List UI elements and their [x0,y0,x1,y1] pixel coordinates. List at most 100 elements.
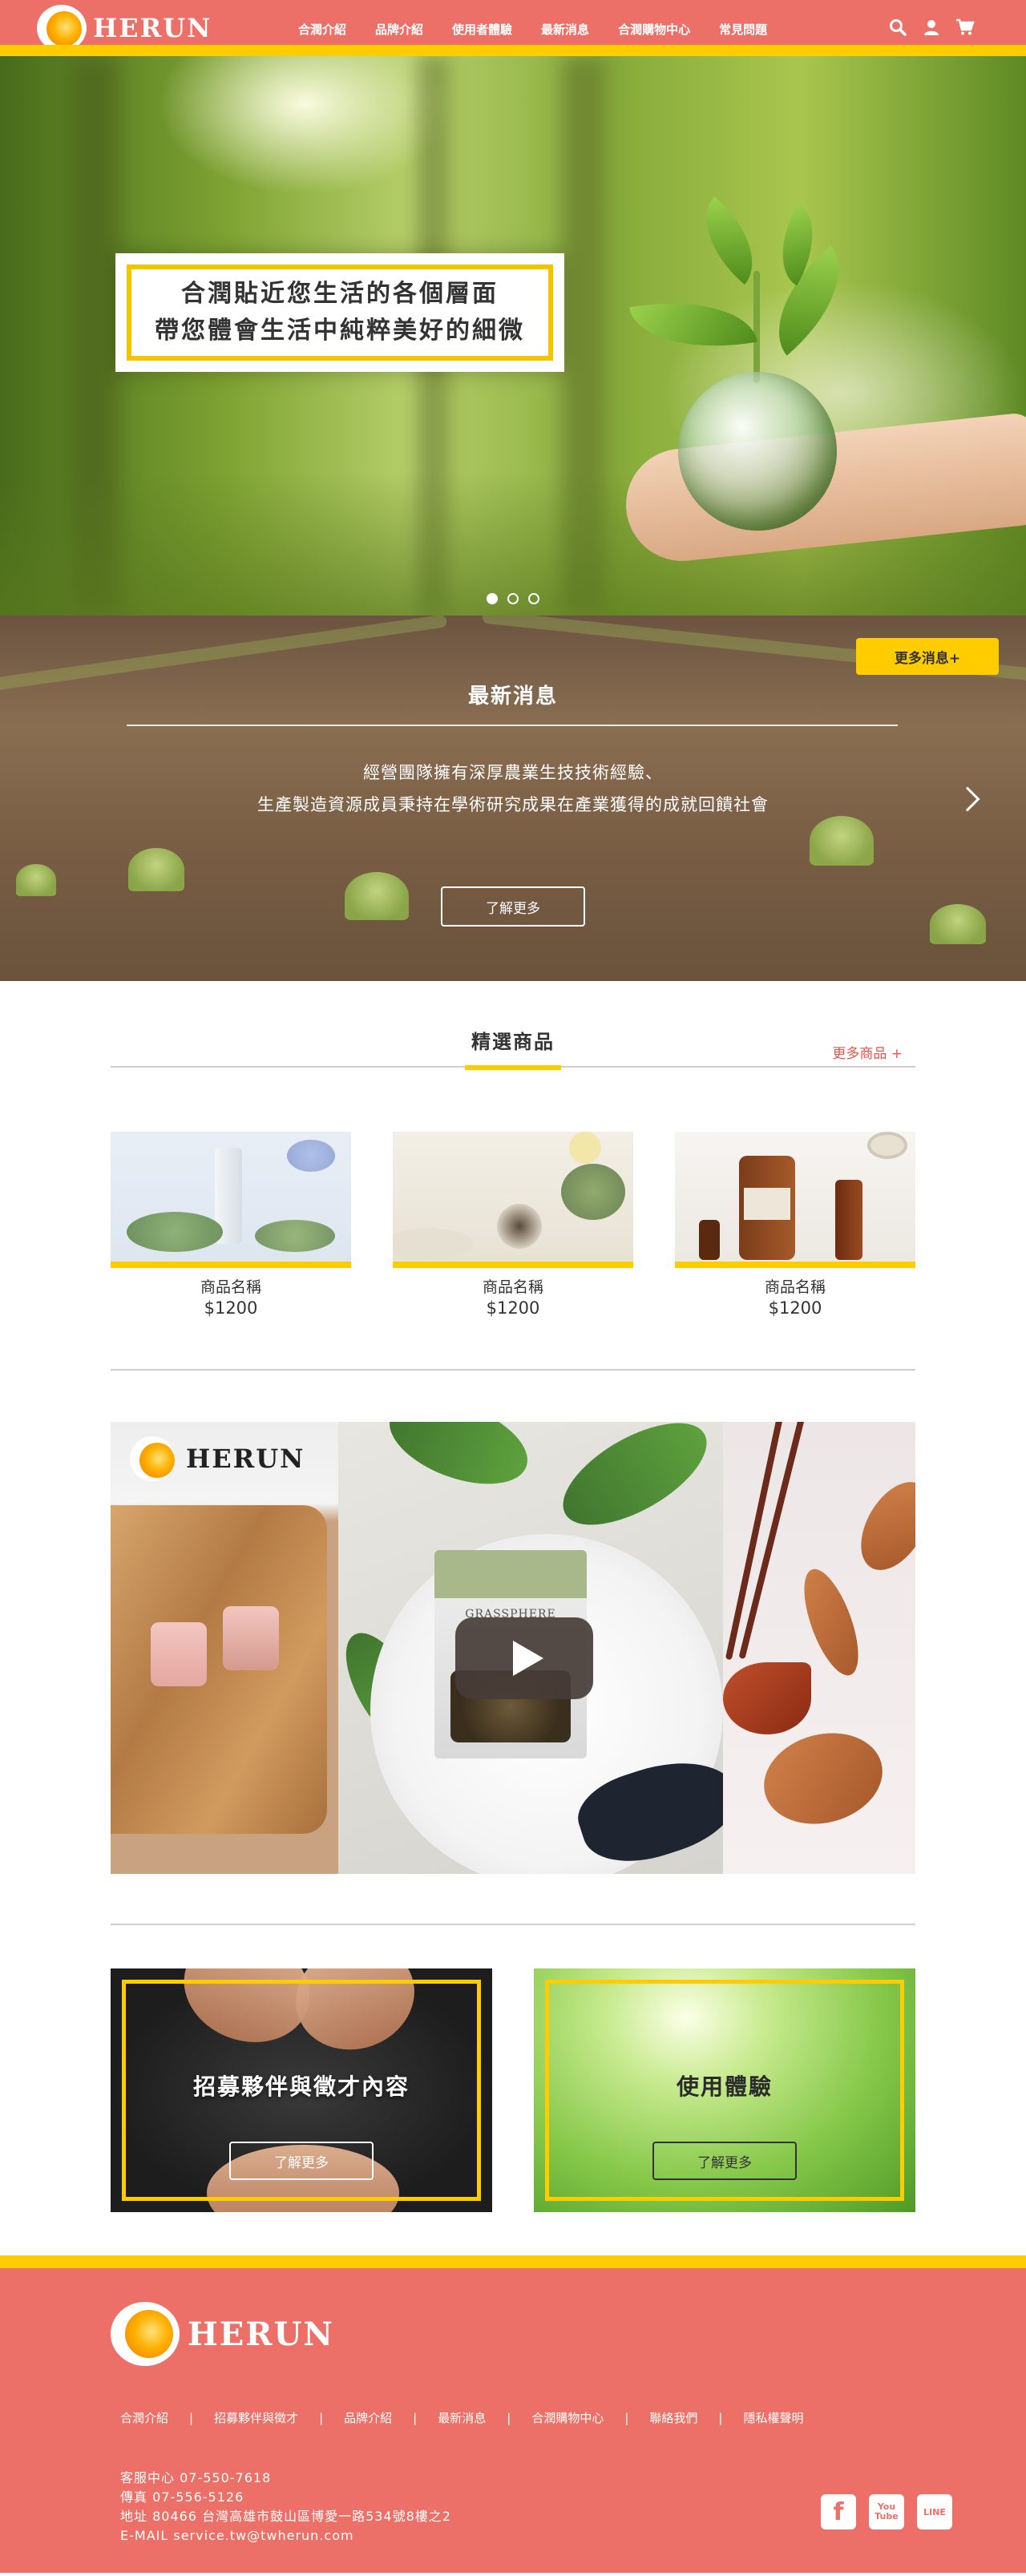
recruit-learn-more-button[interactable]: 了解更多 [229,2142,374,2180]
featured-title: 精選商品 [471,1031,555,1053]
product-price: $1200 [204,1298,258,1318]
news-section: 更多消息+ 最新消息 經營團隊擁有深厚農業生技技術經驗、 生產製造資源成員秉持在… [0,616,1026,981]
featured-title-underline [465,1065,561,1070]
footer-nav-separator: | [507,2410,511,2425]
site-header: HERUN 合潤介紹 品牌介紹 使用者體驗 最新消息 合潤購物中心 常見問題 [0,0,1026,56]
nav-faq[interactable]: 常見問題 [719,21,767,38]
footer-nav-news[interactable]: 最新消息 [438,2409,486,2426]
news-divider [127,725,898,726]
sprout-image [345,872,409,920]
footer-contact: 客服中心 07-550-7618 傳真 07-556-5126 地址 80466… [120,2469,451,2546]
footer-email[interactable]: E-MAIL service.tw@twherun.com [120,2526,451,2546]
product-card[interactable]: 商品名稱 $1200 [393,1132,633,1319]
product-list: 商品名稱 $1200 商品名稱 $1200 商品名稱 $1200 [111,1132,915,1319]
footer-logo[interactable]: HERUN [111,2302,334,2366]
recruit-card-title: 招募夥伴與徵才內容 [192,2073,410,2100]
logo-sun-icon [130,1436,175,1481]
footer-nav-separator: | [189,2410,194,2425]
logo-sun-icon [111,2302,180,2366]
product-price: $1200 [486,1298,540,1318]
footer-nav-privacy[interactable]: 隱私權聲明 [743,2409,803,2426]
hero-caption-line1: 合潤貼近您生活的各個層面 [181,280,499,308]
search-icon[interactable] [888,18,907,37]
wood-leaf-image [846,1470,915,1582]
collage-right-image [723,1422,915,1874]
fern-image [378,1422,539,1501]
cart-icon[interactable] [955,18,975,37]
hero-caption-frame: 合潤貼近您生活的各個層面 帶您體會生活中純粹美好的細微 [127,264,553,361]
footer-social: f You Tube LINE [821,2494,952,2530]
header-icons [888,18,975,37]
chopstick-image [725,1422,786,1661]
sprout-image [16,864,56,896]
footer-nav-separator: | [624,2410,629,2425]
brand-name: HERUN [93,13,212,43]
footer-nav-separator: | [413,2410,418,2425]
hero-leaf [750,245,867,356]
wood-fish-image [753,1720,893,1837]
play-button-icon[interactable] [455,1617,593,1699]
promo-cards: 招募夥伴與徵才內容 了解更多 使用體驗 了解更多 [111,1968,915,2212]
slider-dot-2[interactable] [507,593,519,604]
product-name: 商品名稱 [200,1278,261,1296]
sprout-image [128,848,184,891]
more-news-button[interactable]: 更多消息+ [856,638,999,675]
featured-section: 精選商品 更多商品 + 商品名稱 $1200 商品名稱 $1200 商品名稱 $… [0,1026,1026,1371]
footer-phone: 客服中心 07-550-7618 [120,2470,272,2485]
slider-dot-3[interactable] [528,593,539,604]
nav-brand[interactable]: 品牌介紹 [375,21,423,38]
collage-logo: HERUN [130,1436,305,1481]
footer-nav-separator: | [718,2410,723,2425]
collage-left-image: HERUN [111,1422,338,1874]
header-accent-bar [0,45,1026,56]
nav-experience[interactable]: 使用者體驗 [452,21,512,38]
news-text: 經營團隊擁有深厚農業生技技術經驗、 生產製造資源成員秉持在學術研究成果在產業獲得… [0,757,1026,821]
slider-dot-1[interactable] [487,593,498,604]
footer-nav-shop[interactable]: 合潤購物中心 [531,2409,604,2426]
footer-address: 地址 80466 台灣高雄市鼓山區博愛一路534號8樓之2 [120,2509,451,2524]
footer-nav-recruit[interactable]: 招募夥伴與徵才 [214,2409,298,2426]
product-card[interactable]: 商品名稱 $1200 [111,1132,351,1319]
section-divider [111,1369,915,1371]
experience-learn-more-button[interactable]: 了解更多 [652,2142,797,2180]
hero-leaf [629,286,757,363]
line-icon[interactable]: LINE [917,2494,952,2530]
product-image [675,1132,915,1268]
product-card[interactable]: 商品名稱 $1200 [675,1132,915,1319]
collage-brand-name: HERUN [186,1443,305,1474]
hero-caption-box: 合潤貼近您生活的各個層面 帶您體會生活中純粹美好的細微 [115,253,564,372]
video-collage: HERUN GRASSPHERE [111,1422,915,1874]
product-image [393,1132,633,1268]
news-learn-more-button[interactable]: 了解更多 [441,886,585,927]
footer-nav-brand[interactable]: 品牌介紹 [344,2409,392,2426]
wood-leaf-image [723,1662,811,1734]
nav-news[interactable]: 最新消息 [541,21,589,38]
nav-about[interactable]: 合潤介紹 [298,21,346,38]
experience-card[interactable]: 使用體驗 了解更多 [534,1968,915,2212]
user-icon[interactable] [922,18,941,37]
hero-caption-line2: 帶您體會生活中純粹美好的細微 [155,317,525,345]
wood-board-image [111,1505,327,1834]
more-products-link[interactable]: 更多商品 + [832,1042,903,1062]
footer-nav-about[interactable]: 合潤介紹 [120,2409,168,2426]
footer-brand-name: HERUN [188,2315,334,2353]
slider-dots [0,593,1026,604]
fern-image [547,1422,723,1545]
recruit-card[interactable]: 招募夥伴與徵才內容 了解更多 [111,1968,492,2212]
facebook-icon[interactable]: f [821,2494,856,2530]
hero-globe-image [678,372,837,531]
news-title: 最新消息 [467,684,558,709]
featured-header: 精選商品 更多商品 + [111,1026,915,1070]
nav-shop[interactable]: 合潤購物中心 [618,21,690,38]
news-text-line1: 經營團隊擁有深厚農業生技技術經驗、 [363,763,663,782]
hero-leaf [683,196,776,285]
section-divider [111,1924,915,1925]
news-text-line2: 生產製造資源成員秉持在學術研究成果在產業獲得的成就回饋社會 [257,795,769,814]
site-footer: HERUN 合潤介紹 | 招募夥伴與徵才 | 品牌介紹 | 最新消息 | 合潤購… [0,2255,1026,2573]
sprout-image [810,816,874,866]
footer-nav-contact[interactable]: 聯絡我們 [649,2409,697,2426]
youtube-icon[interactable]: You Tube [869,2494,904,2530]
hero-slider[interactable]: 合潤貼近您生活的各個層面 帶您體會生活中純粹美好的細微 [0,56,1026,616]
experience-card-title: 使用體驗 [676,2073,773,2100]
hero-plant-stem [753,271,760,383]
